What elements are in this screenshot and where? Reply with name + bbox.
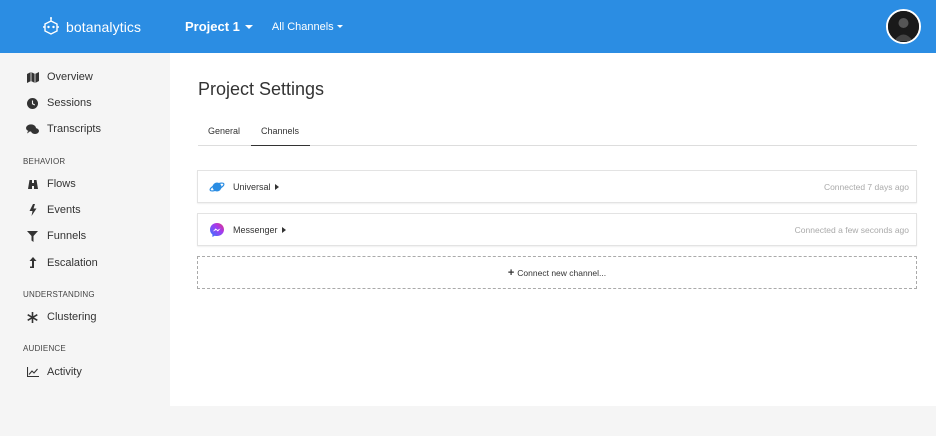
tab-general[interactable]: General xyxy=(208,126,240,146)
sidebar-item-overview[interactable]: Overview xyxy=(26,69,93,85)
asterisk-icon xyxy=(26,311,39,324)
sidebar-item-label: Sessions xyxy=(47,97,92,109)
sidebar-item-transcripts[interactable]: Transcripts xyxy=(26,121,101,137)
main-content: Project Settings General Channels Univer… xyxy=(170,53,936,406)
line-chart-icon xyxy=(26,366,39,379)
section-label-behavior: BEHAVIOR xyxy=(23,157,66,166)
map-icon xyxy=(26,71,39,84)
caret-right-icon xyxy=(281,226,286,233)
sidebar-item-events[interactable]: Events xyxy=(26,202,81,218)
bot-logo-icon xyxy=(40,16,62,38)
sidebar-item-escalation[interactable]: Escalation xyxy=(26,255,98,271)
sidebar-item-clustering[interactable]: Clustering xyxy=(26,309,97,325)
sidebar-item-funnels[interactable]: Funnels xyxy=(26,228,86,244)
sidebar-item-label: Flows xyxy=(47,178,76,190)
channel-name: Messenger xyxy=(233,224,278,235)
sidebar-item-activity[interactable]: Activity xyxy=(26,364,82,380)
user-avatar[interactable] xyxy=(886,9,921,44)
connect-label: Connect new channel... xyxy=(517,267,607,278)
sidebar-item-label: Overview xyxy=(47,71,93,83)
sidebar: Overview Sessions Transcripts BEHAVIOR F… xyxy=(0,53,170,406)
sidebar-item-label: Activity xyxy=(47,366,82,378)
settings-tabs: General Channels xyxy=(198,125,917,146)
page-title: Project Settings xyxy=(198,79,325,99)
sidebar-item-label: Clustering xyxy=(47,311,97,323)
channel-card-universal[interactable]: Universal Connected 7 days ago xyxy=(197,170,917,203)
tab-channels[interactable]: Channels xyxy=(251,126,310,146)
channels-label: All Channels xyxy=(271,20,334,33)
channels-dropdown[interactable]: All Channels xyxy=(272,21,343,33)
binoculars-icon xyxy=(26,178,39,191)
caret-right-icon xyxy=(274,183,279,190)
project-name: Project 1 xyxy=(185,19,240,34)
avatar-image xyxy=(888,11,919,42)
sidebar-item-flows[interactable]: Flows xyxy=(26,176,76,192)
messenger-icon xyxy=(209,222,225,238)
bolt-icon xyxy=(26,204,39,217)
arrow-up-icon xyxy=(26,257,39,270)
brand-name: botanalytics xyxy=(66,18,142,35)
plus-icon: + xyxy=(507,266,515,279)
chat-icon xyxy=(26,123,39,136)
sidebar-item-label: Escalation xyxy=(47,257,98,269)
top-bar: botanalytics Project 1 All Channels xyxy=(0,0,936,53)
chevron-down-icon xyxy=(244,24,253,29)
filter-icon xyxy=(26,230,39,243)
clock-icon xyxy=(26,97,39,110)
sidebar-item-label: Funnels xyxy=(47,230,87,242)
channel-card-messenger[interactable]: Messenger Connected a few seconds ago xyxy=(197,213,917,246)
sidebar-item-label: Transcripts xyxy=(47,123,101,135)
chevron-down-icon xyxy=(336,25,343,28)
project-dropdown[interactable]: Project 1 xyxy=(185,19,253,34)
connect-new-channel-button[interactable]: + Connect new channel... xyxy=(197,256,917,289)
channel-name: Universal xyxy=(233,181,271,192)
sidebar-item-sessions[interactable]: Sessions xyxy=(26,95,92,111)
planet-icon xyxy=(209,179,225,195)
section-label-understanding: UNDERSTANDING xyxy=(23,290,95,299)
channel-status: Connected 7 days ago xyxy=(823,181,909,192)
channel-status: Connected a few seconds ago xyxy=(794,224,909,235)
section-label-audience: AUDIENCE xyxy=(23,344,66,353)
sidebar-item-label: Events xyxy=(47,204,81,216)
brand-logo-link[interactable]: botanalytics xyxy=(0,16,170,38)
